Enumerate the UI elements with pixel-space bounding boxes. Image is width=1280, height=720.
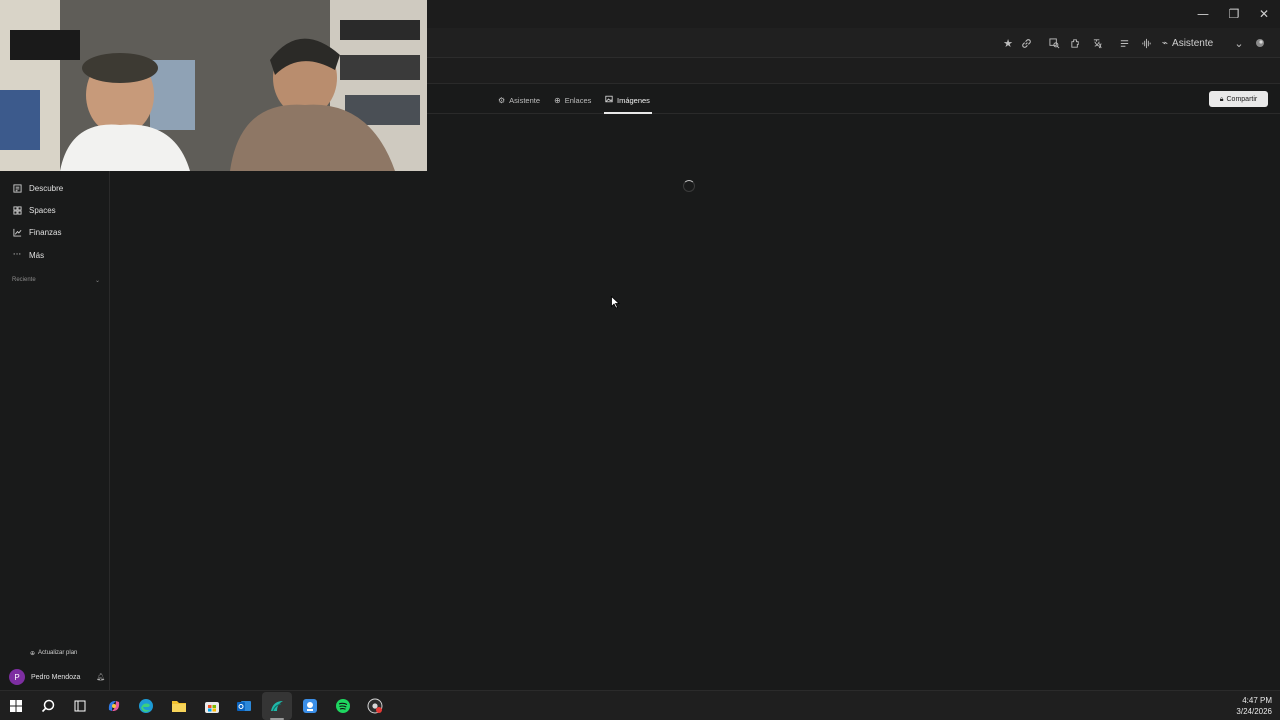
tab-label: Imágenes <box>617 95 650 105</box>
close-button[interactable]: ✕ <box>1249 0 1279 28</box>
clock-date: 3/24/2026 <box>1236 707 1272 716</box>
screen: — ❐ ✕ ★ ⌁ Asistente ⌄ Descubre Spaces Fi… <box>0 0 1280 720</box>
spotify-icon[interactable] <box>334 697 352 715</box>
task-view-icon[interactable] <box>71 697 89 715</box>
discover-icon <box>12 183 22 193</box>
outlook-icon[interactable] <box>235 697 253 715</box>
sidebar-item-spaces[interactable]: Spaces <box>12 201 56 219</box>
clock-time: 4:47 PM <box>1242 696 1272 705</box>
restore-button[interactable]: ❐ <box>1219 0 1249 28</box>
sidebar-item-label: Spaces <box>29 205 56 215</box>
tab-enlaces[interactable]: ⊕ Enlaces <box>554 94 591 106</box>
active-tab-indicator <box>604 112 652 114</box>
star-icon[interactable]: ★ <box>1000 35 1016 51</box>
assistant-icon: ⚙ <box>498 95 506 105</box>
sidebar-item-label: Finanzas <box>29 227 62 237</box>
perplexity-browser-icon[interactable] <box>268 697 286 715</box>
recent-section-header[interactable]: Reciente ⌄ <box>12 277 100 284</box>
copilot-icon[interactable] <box>105 697 123 715</box>
search-icon[interactable] <box>39 697 57 715</box>
finance-icon <box>12 227 22 237</box>
sidebar-item-descubre[interactable]: Descubre <box>12 179 63 197</box>
app-icon[interactable] <box>301 697 319 715</box>
reader-icon[interactable] <box>1116 35 1132 51</box>
tab-imagenes[interactable]: Imágenes <box>605 94 650 106</box>
bell-icon[interactable]: 🔔︎ <box>96 673 105 681</box>
sidebar-item-finanzas[interactable]: Finanzas <box>12 223 61 241</box>
profile-icon[interactable] <box>1252 35 1268 51</box>
sidebar-item-label: Descubre <box>29 183 64 193</box>
link-icon[interactable] <box>1018 35 1034 51</box>
system-clock[interactable]: 4:47 PM 3/24/2026 <box>1236 695 1272 717</box>
share-button[interactable]: 🔒︎ Compartir <box>1209 91 1268 107</box>
image-icon <box>605 95 613 105</box>
tab-label: Enlaces <box>564 95 592 105</box>
store-icon[interactable] <box>203 697 221 715</box>
user-name: Pedro Mendoza <box>31 673 81 681</box>
zoom-page-icon[interactable] <box>1046 35 1062 51</box>
windows-start-icon[interactable] <box>7 697 25 715</box>
share-label: Compartir <box>1226 95 1258 103</box>
chevron-down-icon[interactable]: ⌄ <box>1231 35 1247 51</box>
globe-icon: ⊕ <box>554 95 561 105</box>
spaces-icon <box>12 205 22 215</box>
avatar: P <box>9 669 25 685</box>
lock-icon: 🔒︎ <box>1219 94 1224 103</box>
sidebar: Descubre Spaces Finanzas ··· Más Recient… <box>0 84 110 690</box>
audio-icon[interactable] <box>1138 35 1154 51</box>
assistant-label: Asistente <box>1172 37 1214 49</box>
mouse-cursor-icon <box>611 295 621 314</box>
minimize-button[interactable]: — <box>1188 0 1218 28</box>
webcam-overlay <box>0 0 427 171</box>
extension-icon[interactable] <box>1067 35 1083 51</box>
sidebar-item-label: Más <box>29 250 45 260</box>
assistant-button[interactable]: ⌁ Asistente <box>1162 34 1213 52</box>
tab-asistente[interactable]: ⚙ Asistente <box>498 94 540 106</box>
recent-label: Reciente <box>12 277 36 283</box>
edge-icon[interactable] <box>137 697 155 715</box>
more-icon: ··· <box>12 250 22 260</box>
file-explorer-icon[interactable] <box>170 697 188 715</box>
assistant-icon: ⌁ <box>1162 37 1169 49</box>
translate-icon[interactable] <box>1089 35 1105 51</box>
upgrade-plan-button[interactable]: ⊕ Actualizar plan <box>26 647 81 659</box>
user-profile[interactable]: P Pedro Mendoza 🔔︎ <box>9 668 105 686</box>
sidebar-item-mas[interactable]: ··· Más <box>12 246 44 264</box>
chevron-down-icon: ⌄ <box>94 277 100 284</box>
upgrade-icon: ⊕ <box>30 649 36 657</box>
chrome-canary-icon[interactable] <box>366 697 384 715</box>
taskbar: 4:47 PM 3/24/2026 <box>0 690 1280 720</box>
tab-label: Asistente <box>509 95 541 105</box>
loading-spinner <box>683 180 695 192</box>
upgrade-label: Actualizar plan <box>38 650 78 656</box>
